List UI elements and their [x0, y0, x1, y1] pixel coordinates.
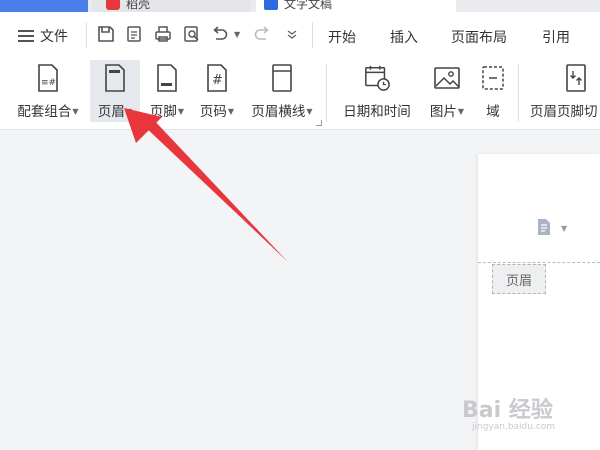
header-button[interactable]: 页眉▼: [90, 60, 140, 122]
header-boundary-line: [478, 262, 600, 263]
header-label: 页眉: [97, 104, 125, 120]
page-number-icon: #: [207, 64, 227, 92]
tab-insert[interactable]: 插入: [390, 27, 418, 47]
dropdown-icon: ▼: [227, 107, 235, 116]
writer-logo-icon: [264, 0, 278, 10]
undo-icon: [213, 26, 228, 40]
ribbon-divider: [326, 64, 327, 122]
export-button[interactable]: [122, 22, 146, 46]
dropdown-icon: ▼: [72, 107, 79, 116]
header-icon: [105, 64, 125, 92]
header-options-dropdown-icon[interactable]: ▼: [561, 224, 567, 233]
watermark-url-text: jingyan.baidu.com: [472, 422, 556, 432]
suite-label: 配套组合: [17, 104, 72, 120]
document-icon: [538, 219, 550, 235]
menu-divider: [312, 22, 313, 48]
save-button[interactable]: [94, 22, 118, 46]
watermark-main-text: Bai 经验: [462, 398, 553, 423]
svg-text:≡#: ≡#: [41, 78, 56, 88]
footer-label: 页脚: [149, 104, 177, 120]
save-icon: [98, 26, 114, 42]
tab-home[interactable]: [0, 0, 88, 12]
export-icon: [127, 26, 141, 42]
tab-references[interactable]: 引用: [542, 27, 570, 47]
image-label: 图片: [429, 104, 457, 120]
tab-start[interactable]: 开始: [328, 27, 356, 47]
header-line-icon: [272, 64, 292, 92]
field-icon: [482, 66, 504, 90]
tab-page-layout[interactable]: 页面布局: [451, 27, 507, 47]
page-number-button[interactable]: # 页码▼: [194, 60, 240, 122]
file-menu-button[interactable]: 文件: [18, 26, 68, 46]
tab-docer[interactable]: 稻壳: [92, 0, 250, 12]
file-menu-label: 文件: [40, 29, 68, 45]
print-icon: [155, 26, 171, 42]
footer-button[interactable]: 页脚▼: [144, 60, 190, 122]
print-preview-icon: [184, 26, 199, 42]
chevron-down-icon: [287, 30, 297, 39]
header-area-tag[interactable]: 页眉: [492, 264, 546, 294]
ribbon-divider: [518, 64, 519, 122]
image-button[interactable]: 图片▼: [424, 60, 470, 122]
print-button[interactable]: [151, 22, 175, 46]
page-number-label: 页码: [199, 104, 227, 120]
footer-icon: [157, 64, 177, 92]
calendar-clock-icon: [365, 65, 390, 91]
dropdown-icon: ▼: [125, 107, 133, 116]
date-time-button[interactable]: 日期和时间: [336, 60, 418, 122]
customize-toolbar-button[interactable]: [280, 22, 304, 46]
header-line-label: 页眉横线: [251, 104, 306, 120]
menu-bar: 文件 ▼ 开始 插入 页面布局 引用: [0, 12, 600, 58]
undo-dropdown-icon[interactable]: ▼: [234, 30, 240, 39]
baidu-jingyan-watermark: Bai 经验 jingyan.baidu.com: [462, 392, 555, 432]
suite-icon: ≡#: [38, 64, 58, 92]
undo-button[interactable]: [208, 22, 232, 46]
print-preview-button[interactable]: [180, 22, 204, 46]
tab-document-title: 文字文稿: [284, 0, 333, 11]
dropdown-icon: ▼: [177, 107, 185, 116]
tab-document[interactable]: 文字文稿: [256, 0, 456, 12]
redo-icon: [254, 26, 269, 40]
redo-button[interactable]: [250, 22, 274, 46]
svg-text:#: #: [212, 73, 223, 88]
image-icon: [434, 67, 460, 89]
header-line-button[interactable]: 页眉横线▼: [246, 60, 318, 122]
hamburger-icon: [18, 30, 34, 42]
header-footer-switch-icon: [566, 64, 586, 92]
ribbon-toolbar: ≡# 配套组合▼ 页眉▼ 页脚▼ # 页码▼ 页眉横线▼ 日期和时间 图片▼ 域…: [0, 58, 600, 130]
window-tab-strip: 稻壳 文字文稿: [0, 0, 600, 12]
header-footer-switch-label: 页眉页脚切: [530, 104, 598, 120]
tab-docer-title: 稻壳: [126, 0, 151, 11]
suite-button[interactable]: ≡# 配套组合▼: [12, 60, 84, 122]
menu-divider: [86, 22, 87, 48]
header-footer-switch-button[interactable]: 页眉页脚切: [526, 60, 600, 122]
date-time-label: 日期和时间: [343, 104, 411, 120]
group-expand-icon[interactable]: [316, 120, 322, 126]
docer-logo-icon: [106, 0, 120, 10]
field-button[interactable]: 域: [476, 60, 510, 122]
dropdown-icon: ▼: [306, 107, 313, 116]
dropdown-icon: ▼: [457, 107, 465, 116]
field-label: 域: [486, 104, 500, 120]
